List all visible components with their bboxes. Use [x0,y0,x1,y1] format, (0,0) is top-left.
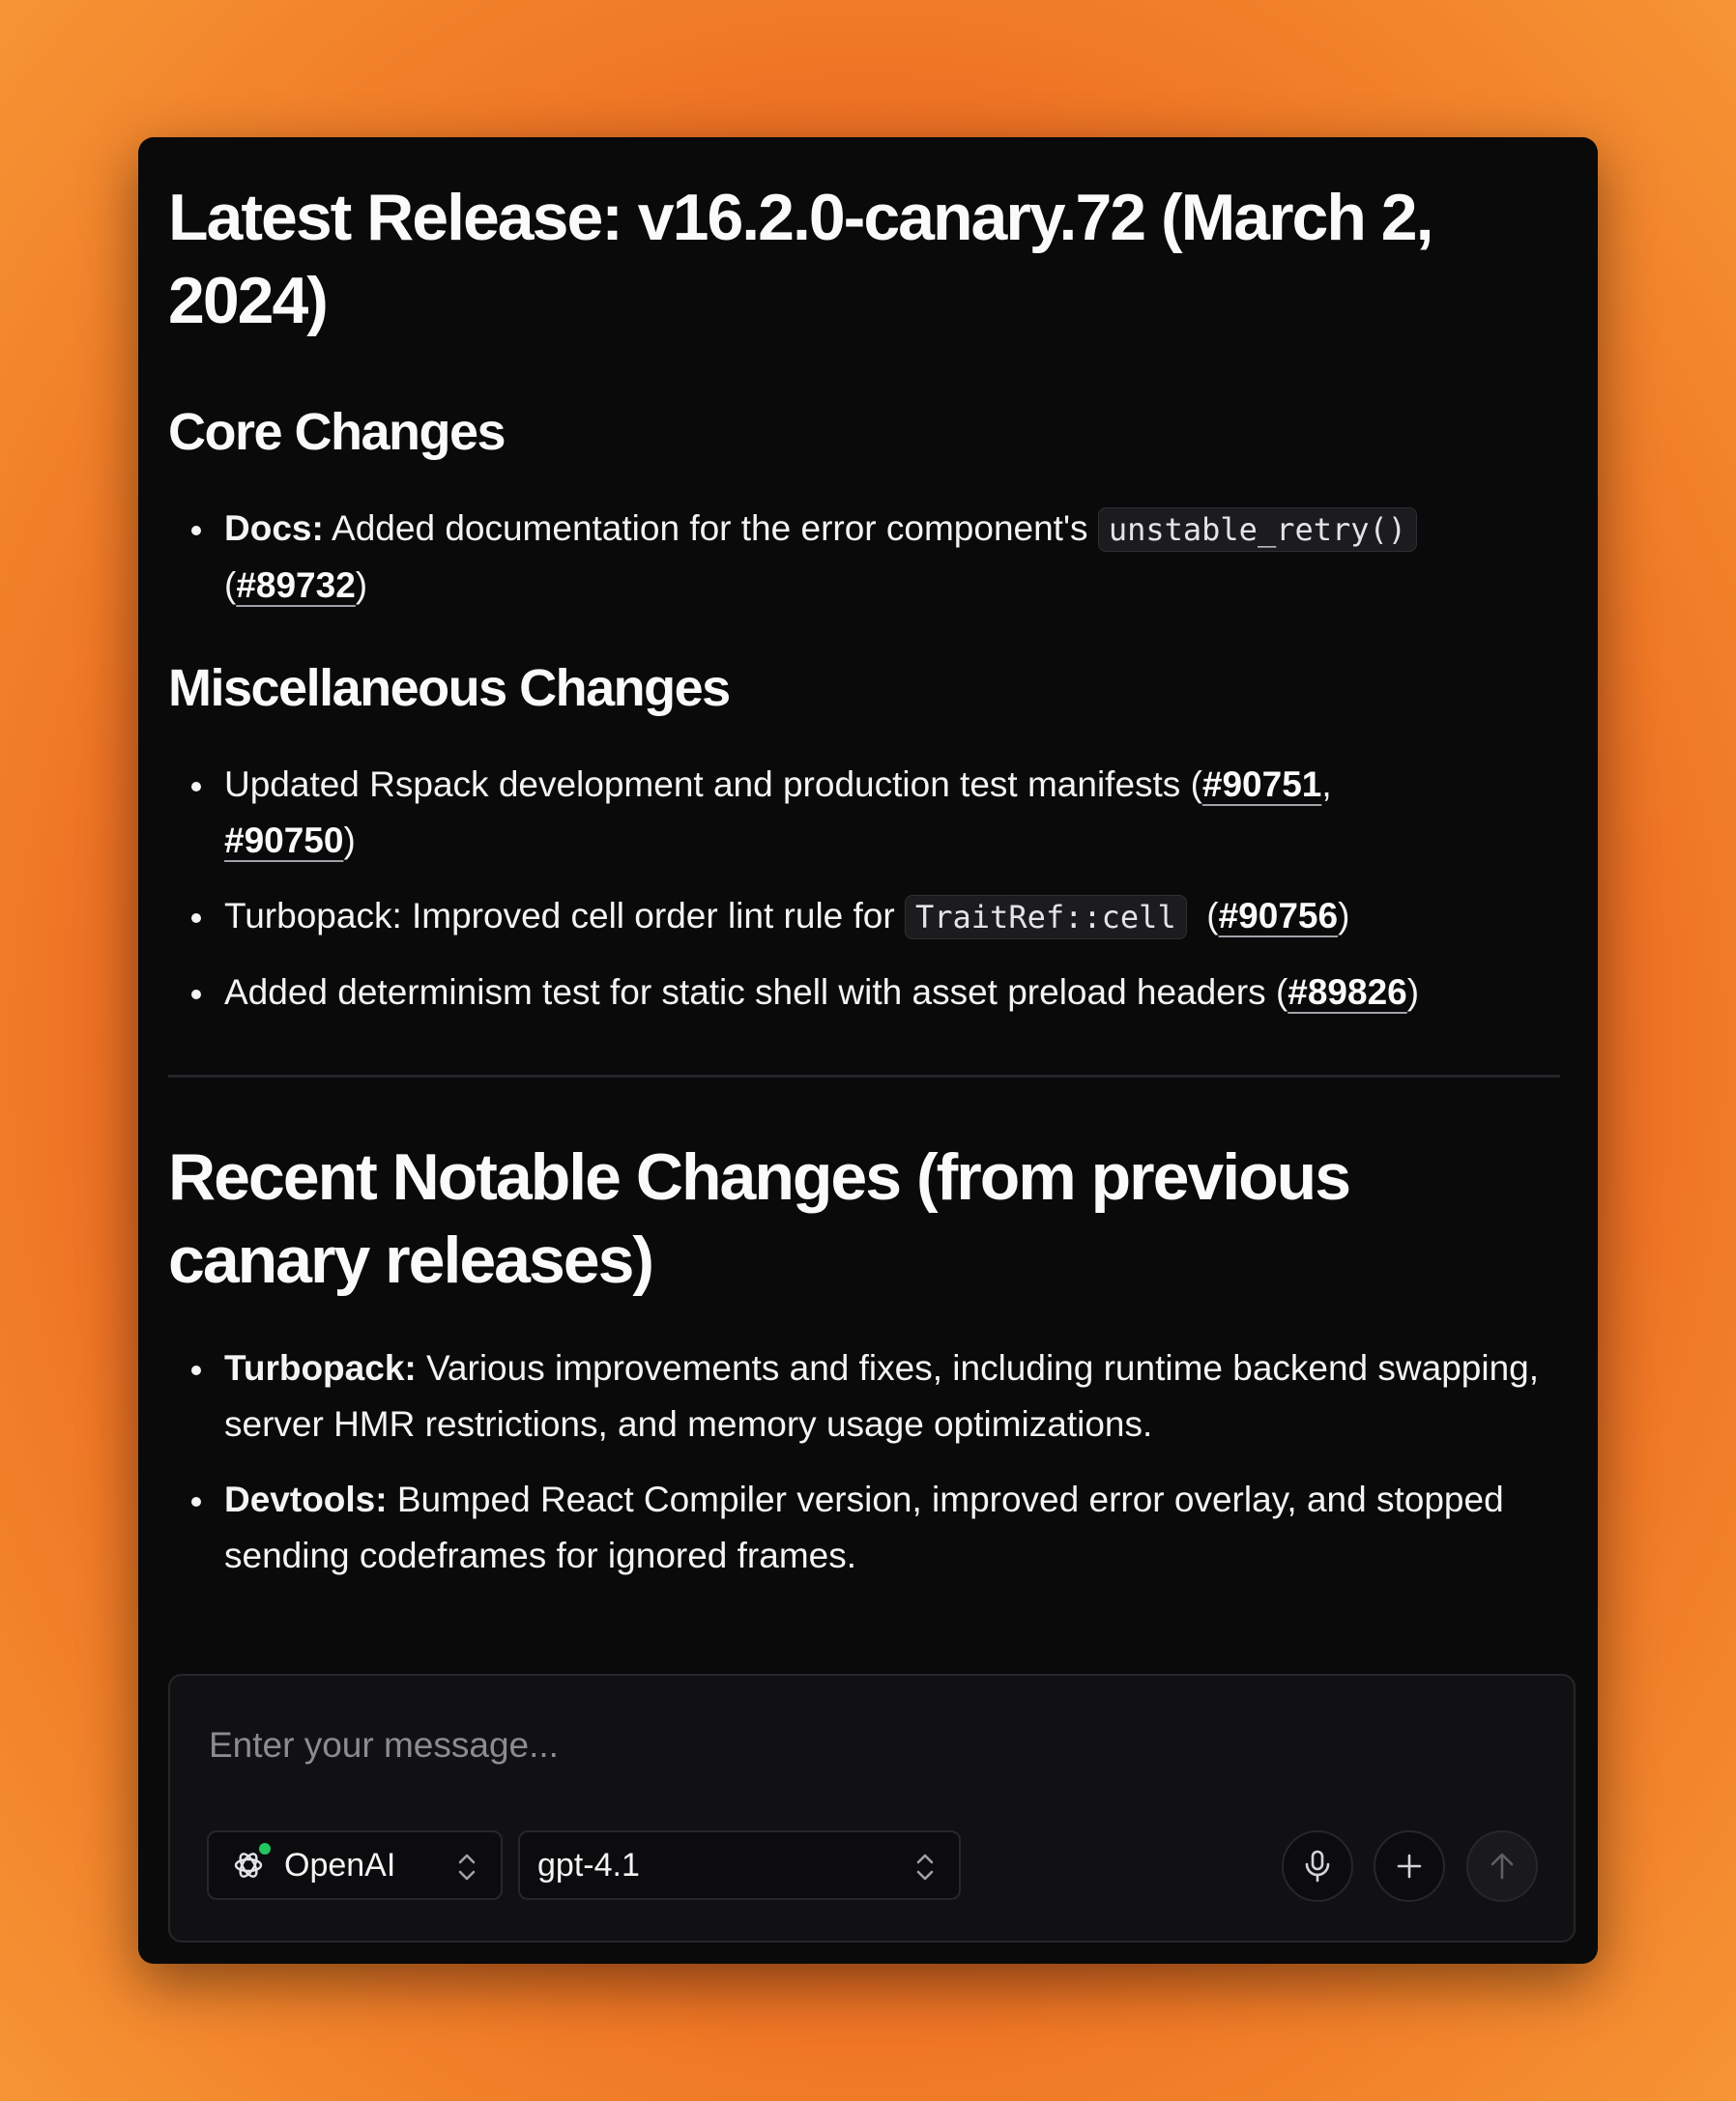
pr-link[interactable]: #89826 [1288,972,1406,1012]
item-text: Bumped React Compiler version, improved … [224,1480,1504,1575]
openai-logo-icon [232,1843,271,1882]
section-divider [168,1075,1560,1078]
inline-code: TraitRef::cell [904,895,1187,939]
message-input[interactable] [207,1711,1467,1780]
status-indicator [259,1843,271,1855]
plus-icon [1397,1854,1422,1879]
provider-select[interactable]: OpenAI [207,1830,503,1900]
chat-window: Latest Release: v16.2.0-canary.72 (March… [138,137,1598,1964]
model-label: gpt-4.1 [537,1846,640,1884]
pr-link[interactable]: #90756 [1219,896,1338,935]
release-title: Latest Release: v16.2.0-canary.72 (March… [168,181,1434,337]
microphone-icon [1305,1850,1330,1883]
list-item: Turbopack: Various improvements and fixe… [168,1340,1560,1453]
provider-label: OpenAI [284,1846,396,1884]
item-text: Turbopack: Improved cell order lint rule… [224,896,905,935]
item-text: Added determinism test for static shell … [224,972,1276,1012]
core-changes-list: Docs: Added documentation for the error … [168,501,1560,614]
message-composer: OpenAI gpt-4.1 [168,1674,1576,1943]
item-text: Added documentation for the error compon… [323,508,1098,548]
recent-changes-heading: Recent Notable Changes (from previous ca… [168,1140,1351,1297]
list-item: Added determinism test for static shell … [168,964,1560,1021]
chevron-up-down-icon [456,1852,477,1891]
list-item: Devtools: Bumped React Compiler version,… [168,1472,1560,1584]
send-button[interactable] [1466,1830,1538,1902]
item-label: Docs: [224,508,324,548]
chevron-up-down-icon [914,1852,936,1891]
core-changes-heading: Core Changes [168,403,506,461]
list-item: Docs: Added documentation for the error … [168,501,1560,614]
voice-input-button[interactable] [1282,1830,1353,1902]
recent-changes-list: Turbopack: Various improvements and fixe… [168,1340,1560,1584]
attach-button[interactable] [1374,1830,1445,1902]
misc-changes-list: Updated Rspack development and productio… [168,757,1560,1021]
model-select[interactable]: gpt-4.1 [518,1830,961,1900]
item-text: Various improvements and fixes, includin… [224,1348,1540,1444]
inline-code: unstable_retry() [1097,507,1418,552]
pr-link[interactable]: #89732 [236,565,355,605]
item-text: Updated Rspack development and productio… [224,764,1191,804]
message-content: Latest Release: v16.2.0-canary.72 (March… [168,176,1560,1584]
list-item: Turbopack: Improved cell order lint rule… [168,888,1560,945]
arrow-up-icon [1490,1853,1514,1880]
list-item: Updated Rspack development and productio… [168,757,1560,869]
item-label: Devtools: [224,1480,388,1519]
misc-changes-heading: Miscellaneous Changes [168,659,731,717]
pr-link[interactable]: #90751 [1202,764,1321,804]
item-label: Turbopack: [224,1348,417,1388]
pr-link[interactable]: #90750 [224,820,343,860]
